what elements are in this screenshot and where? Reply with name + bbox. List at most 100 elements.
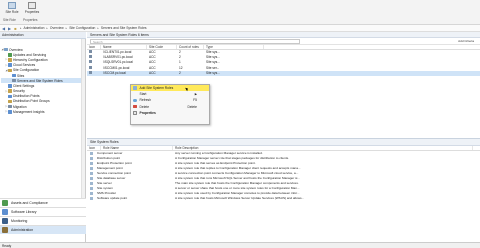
cell-count: 2 [179, 70, 181, 75]
role-icon [90, 152, 93, 155]
refresh-icon [133, 98, 137, 103]
column-role-description[interactable]: Role Description [173, 146, 473, 150]
site-role-button[interactable]: Site Role [2, 1, 22, 15]
breadcrumb-separator: ▸ [97, 26, 99, 30]
folder-icon: ■ [14, 25, 17, 31]
software-library-icon [2, 209, 8, 215]
delete-icon [133, 104, 137, 109]
tree-item-label: Security [13, 89, 25, 94]
role-icon [90, 197, 93, 201]
role-icon [90, 177, 93, 181]
properties-button[interactable]: Properties [22, 1, 42, 15]
role-icon [90, 157, 93, 161]
menu-label: Start [139, 92, 147, 97]
shortcut-key: F5 [193, 98, 197, 103]
menu-label: Refresh [139, 98, 152, 103]
workspace-monitoring[interactable]: Monitoring [0, 216, 86, 225]
menu-label: Delete [139, 104, 150, 109]
blank-icon [133, 93, 137, 97]
roles-table: Component server Any server running a Con… [87, 151, 480, 201]
tree-item-label: Management Insights [13, 109, 45, 114]
tree-node-icon [8, 99, 12, 104]
server-icon [87, 70, 101, 76]
server-icon-shape [89, 50, 92, 53]
role-icon [90, 172, 93, 176]
role-icon [90, 187, 93, 191]
menu-label: Add Site System Roles [139, 86, 174, 91]
add-criteria-button[interactable]: Add Criteria [458, 39, 474, 43]
tree-item-label: Servers and Site System Roles [17, 78, 63, 83]
table-row[interactable]: \\SCCM.pc.local ACC 2 Site sys... [87, 70, 480, 76]
tree-node-icon [8, 63, 12, 67]
tree-item-label: Sites [17, 73, 25, 78]
workspace-administration[interactable]: Administration [0, 225, 86, 234]
list-item[interactable]: Software update point A site system role … [87, 196, 480, 201]
breadcrumb-separator: ▸ [65, 26, 68, 30]
workspace-software-library[interactable]: Software Library [0, 207, 86, 216]
status-bar: Ready [0, 242, 480, 248]
tree-item[interactable]: ▷ Management Insights [1, 109, 85, 114]
role-name: Software update point [97, 196, 128, 201]
column-icon[interactable]: Icon [87, 45, 101, 49]
ribbon: Site Role Properties Site Role Propertie… [0, 0, 480, 25]
role-description: A site system role that hosts Microsoft … [175, 196, 305, 201]
monitoring-icon [2, 218, 8, 224]
role-icon [90, 182, 93, 186]
tree-item-label: Overview [9, 47, 23, 52]
navigation-scrollbar[interactable] [81, 39, 85, 198]
column-icon[interactable]: Icon [87, 146, 101, 150]
column-name[interactable]: Name [101, 45, 147, 49]
navigation-pane: Administration ◢ Overview Updates and Serv… [0, 32, 86, 242]
tree-node-icon [8, 110, 12, 114]
breadcrumb-site-configuration[interactable]: Site Configuration [69, 26, 95, 30]
role-icon [90, 192, 93, 196]
tree-node-icon [12, 73, 16, 78]
breadcrumb-overview[interactable]: Overview [50, 26, 64, 30]
properties-icon [28, 2, 36, 9]
menu-properties[interactable]: Properties [131, 110, 209, 116]
role-icon [90, 167, 93, 171]
server-icon-shape [89, 70, 92, 74]
workspace-label: Software Library [11, 210, 37, 214]
breadcrumb-servers[interactable]: Servers and Site System Roles [101, 26, 147, 30]
tree-node-icon [8, 89, 12, 93]
column-role-name[interactable]: Role Name [101, 146, 173, 150]
column-site-code[interactable]: Site Code [147, 45, 177, 49]
breadcrumb-separator: ▸ [20, 26, 22, 30]
cell-type: Site sys... [206, 70, 220, 75]
properties-icon [133, 111, 137, 115]
workspace-label: Monitoring [11, 219, 28, 223]
tree-item-label: Distribution Points [13, 94, 40, 99]
tree-node-icon [12, 78, 16, 83]
tree-item-label: Client Settings [13, 83, 35, 88]
tree-node-icon [8, 94, 12, 99]
site-system-roles-pane: Site System Roles Icon Role Name Role De… [87, 138, 480, 242]
server-table: \\CLIENT01.pc.local ACC 2 Site sys... \\LABS… [87, 50, 480, 76]
address-bar: ◀ ▶ ■ ▸ Administration ▸ Overview ▸ Site… [0, 25, 480, 32]
tree-item-label: Site Configuration [13, 68, 40, 73]
breadcrumb-administration[interactable]: Administration [24, 26, 45, 30]
search-row: Search Add Criteria [87, 38, 480, 45]
breadcrumb-separator: ▸ [46, 26, 48, 30]
column-count-of-roles[interactable]: Count of roles [177, 45, 204, 49]
tree-item-label: Distribution Point Groups [13, 99, 50, 104]
workspace-label: Assets and Compliance [11, 201, 48, 205]
shortcut-key: Delete [187, 104, 197, 109]
tree-item-label: Migration [13, 104, 27, 109]
tree-item-label: Cloud Services [13, 63, 36, 68]
search-input[interactable]: Search [90, 38, 300, 44]
column-type[interactable]: Type [204, 45, 264, 49]
cell-site-code: ACC [149, 70, 156, 75]
workspace-label: Administration [11, 228, 34, 232]
back-arrow-icon[interactable]: ◀ [1, 26, 6, 31]
add-site-role-icon [8, 2, 16, 9]
forward-arrow-icon[interactable]: ▶ [7, 26, 12, 31]
site-system-roles-title: Site System Roles [87, 139, 480, 146]
workspace-assets-and-compliance[interactable]: Assets and Compliance [0, 198, 86, 207]
server-icon-shape [89, 55, 92, 59]
server-icon-shape [89, 65, 92, 69]
tree-node-icon [8, 53, 12, 57]
submenu-arrow-icon: ▶ [194, 92, 197, 97]
tree-item-label: Hierarchy Configuration [13, 57, 48, 62]
tree-node-icon [8, 104, 12, 109]
